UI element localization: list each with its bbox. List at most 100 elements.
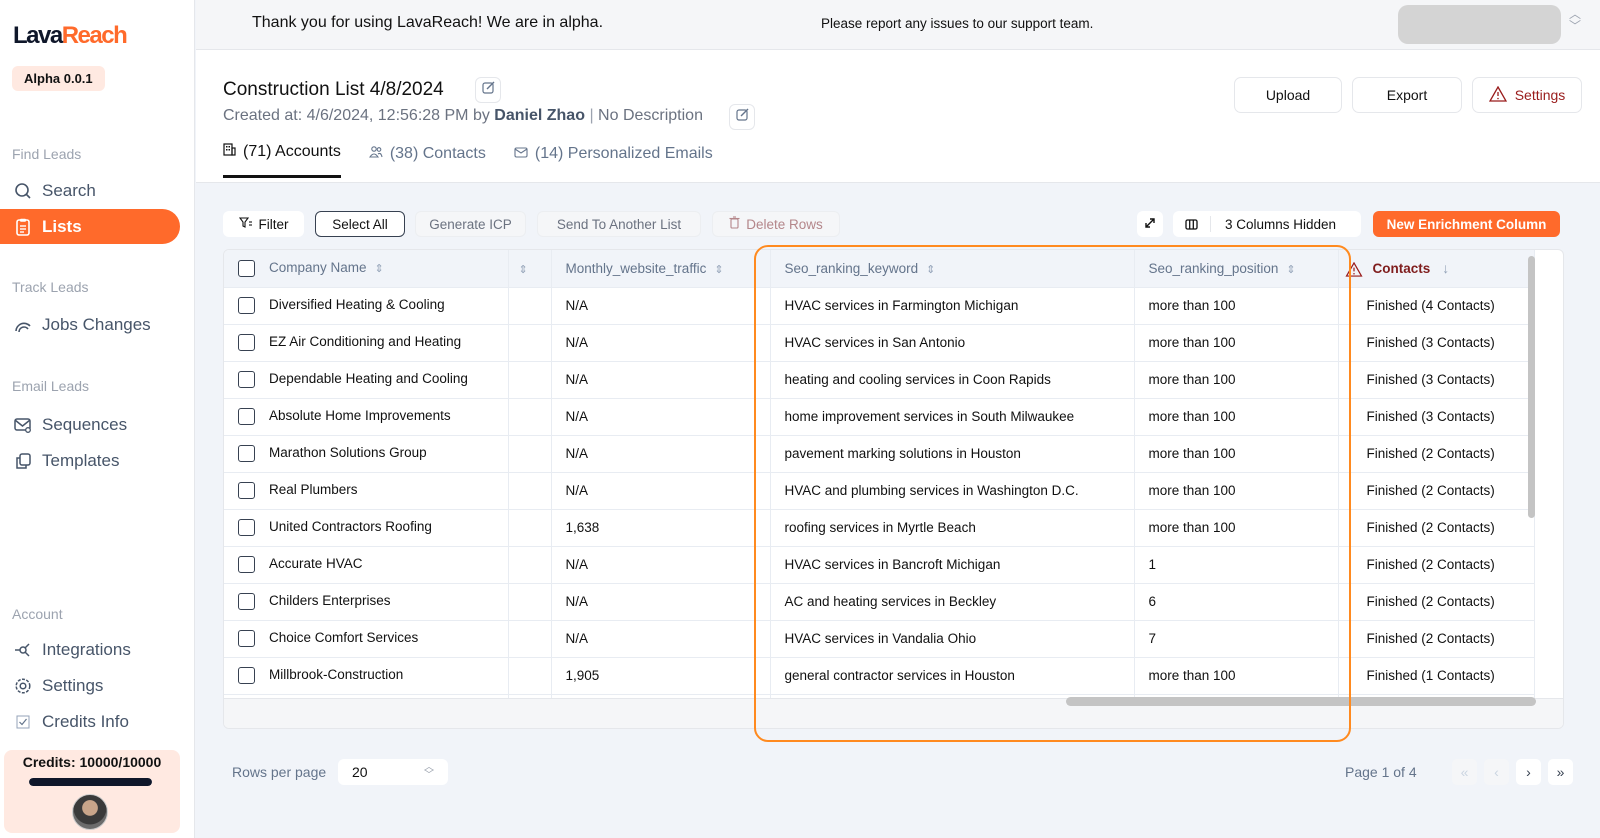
- monthly-traffic-cell[interactable]: N/A: [551, 583, 771, 621]
- sort-icon[interactable]: ⇕: [714, 264, 723, 276]
- monthly-traffic-cell[interactable]: N/A: [551, 324, 771, 362]
- contacts-cell[interactable]: Finished (2 Contacts): [1338, 620, 1535, 658]
- unnamed-cell[interactable]: [508, 361, 552, 399]
- column-header-unnamed[interactable]: ⇕: [508, 250, 552, 288]
- delete-rows-button[interactable]: Delete Rows: [712, 211, 840, 237]
- sidebar-item-lists[interactable]: Lists: [0, 209, 180, 244]
- previous-page-button[interactable]: ‹: [1484, 759, 1509, 785]
- seo-keyword-cell[interactable]: HVAC services in Vandalia Ohio: [770, 620, 1135, 658]
- seo-position-cell[interactable]: 1: [1134, 546, 1339, 584]
- table-row[interactable]: Accurate HVAC N/A HVAC services in Bancrof…: [224, 546, 1535, 584]
- monthly-traffic-cell[interactable]: N/A: [551, 620, 771, 658]
- unnamed-cell[interactable]: [508, 472, 552, 510]
- sort-icon[interactable]: ⇕: [375, 263, 384, 275]
- user-avatar[interactable]: [72, 794, 108, 830]
- next-page-button[interactable]: ›: [1516, 759, 1541, 785]
- row-checkbox[interactable]: [238, 556, 255, 573]
- table-row[interactable]: United Contractors Roofing 1,638 roofing s…: [224, 509, 1535, 547]
- unnamed-cell[interactable]: [508, 546, 552, 584]
- workspace-selector[interactable]: [1398, 5, 1561, 44]
- contacts-cell[interactable]: Finished (2 Contacts): [1338, 583, 1535, 621]
- unnamed-cell[interactable]: [508, 583, 552, 621]
- sidebar-item-settings[interactable]: Settings: [0, 668, 180, 703]
- vertical-scrollbar[interactable]: [1528, 256, 1535, 518]
- sort-icon[interactable]: ⇕: [1286, 264, 1295, 276]
- company-name-cell[interactable]: Absolute Home Improvements: [224, 398, 509, 436]
- company-name-cell[interactable]: Childers Enterprises: [224, 583, 509, 621]
- seo-position-cell[interactable]: more than 100: [1134, 509, 1339, 547]
- company-name-cell[interactable]: Marathon Solutions Group: [224, 435, 509, 473]
- company-name-cell[interactable]: United Contractors Roofing: [224, 509, 509, 547]
- edit-title-button[interactable]: [475, 77, 501, 103]
- monthly-traffic-cell[interactable]: 1,905: [551, 657, 771, 695]
- monthly-traffic-cell[interactable]: N/A: [551, 398, 771, 436]
- seo-keyword-cell[interactable]: home improvement services in South Milwa…: [770, 398, 1135, 436]
- contacts-cell[interactable]: Finished (2 Contacts): [1338, 472, 1535, 510]
- table-row[interactable]: Real Plumbers N/A HVAC and plumbing servic…: [224, 472, 1535, 510]
- first-page-button[interactable]: «: [1452, 759, 1477, 785]
- seo-keyword-cell[interactable]: general contractor services in Houston: [770, 657, 1135, 695]
- monthly-traffic-cell[interactable]: N/A: [551, 546, 771, 584]
- export-button[interactable]: Export: [1352, 77, 1462, 113]
- seo-position-cell[interactable]: more than 100: [1134, 435, 1339, 473]
- contacts-cell[interactable]: Finished (3 Contacts): [1338, 324, 1535, 362]
- row-checkbox[interactable]: [238, 482, 255, 499]
- monthly-traffic-cell[interactable]: N/A: [551, 435, 771, 473]
- contacts-cell[interactable]: Finished (4 Contacts): [1338, 287, 1535, 325]
- row-checkbox[interactable]: [238, 667, 255, 684]
- seo-keyword-cell[interactable]: HVAC services in San Antonio: [770, 324, 1135, 362]
- column-header-company-name[interactable]: Company Name ⇕: [224, 250, 509, 288]
- new-enrichment-column-button[interactable]: New Enrichment Column: [1373, 211, 1560, 237]
- row-checkbox[interactable]: [238, 445, 255, 462]
- monthly-traffic-cell[interactable]: N/A: [551, 287, 771, 325]
- column-header-seo-keyword[interactable]: Seo_ranking_keyword ⇕: [770, 250, 1135, 288]
- seo-keyword-cell[interactable]: HVAC and plumbing services in Washington…: [770, 472, 1135, 510]
- seo-position-cell[interactable]: more than 100: [1134, 287, 1339, 325]
- monthly-traffic-cell[interactable]: N/A: [551, 361, 771, 399]
- seo-keyword-cell[interactable]: roofing services in Myrtle Beach: [770, 509, 1135, 547]
- company-name-cell[interactable]: EZ Air Conditioning and Heating: [224, 324, 509, 362]
- row-checkbox[interactable]: [238, 630, 255, 647]
- tab-accounts[interactable]: (71) Accounts: [223, 143, 341, 178]
- monthly-traffic-cell[interactable]: 1,638: [551, 509, 771, 547]
- seo-position-cell[interactable]: more than 100: [1134, 398, 1339, 436]
- sidebar-item-sequences[interactable]: Sequences: [0, 407, 180, 442]
- sort-icon[interactable]: ⇕: [926, 264, 935, 276]
- seo-position-cell[interactable]: more than 100: [1134, 361, 1339, 399]
- arrow-down-icon[interactable]: ↓: [1442, 260, 1449, 276]
- seo-keyword-cell[interactable]: HVAC services in Bancroft Michigan: [770, 546, 1135, 584]
- contacts-cell[interactable]: Finished (2 Contacts): [1338, 546, 1535, 584]
- unnamed-cell[interactable]: [508, 398, 552, 436]
- contacts-cell[interactable]: Finished (3 Contacts): [1338, 361, 1535, 399]
- column-header-monthly-traffic[interactable]: Monthly_website_traffic ⇕: [551, 250, 771, 288]
- logo[interactable]: LavaReach: [13, 22, 128, 50]
- select-all-button[interactable]: Select All: [315, 211, 405, 237]
- sidebar-item-jobs-changes[interactable]: Jobs Changes: [0, 307, 180, 342]
- company-name-cell[interactable]: Millbrook-Construction: [224, 657, 509, 695]
- seo-keyword-cell[interactable]: HVAC services in Farmington Michigan: [770, 287, 1135, 325]
- seo-position-cell[interactable]: 6: [1134, 583, 1339, 621]
- table-row[interactable]: Choice Comfort Services N/A HVAC services …: [224, 620, 1535, 658]
- expand-table-button[interactable]: [1137, 211, 1163, 237]
- seo-position-cell[interactable]: more than 100: [1134, 472, 1339, 510]
- company-name-cell[interactable]: Choice Comfort Services: [224, 620, 509, 658]
- tab-personalized-emails[interactable]: (14) Personalized Emails: [514, 143, 713, 178]
- row-checkbox[interactable]: [238, 408, 255, 425]
- seo-keyword-cell[interactable]: heating and cooling services in Coon Rap…: [770, 361, 1135, 399]
- row-checkbox[interactable]: [238, 297, 255, 314]
- tab-contacts[interactable]: (38) Contacts: [368, 143, 486, 178]
- sort-icon[interactable]: ⇕: [519, 264, 528, 276]
- unnamed-cell[interactable]: [508, 657, 552, 695]
- company-name-cell[interactable]: Dependable Heating and Cooling: [224, 361, 509, 399]
- chevron-updown-icon[interactable]: ︿ ﹀: [1569, 8, 1581, 32]
- filter-button[interactable]: Filter: [223, 211, 304, 237]
- edit-description-button[interactable]: [729, 104, 755, 130]
- sidebar-item-credits-info[interactable]: Credits Info: [0, 704, 180, 739]
- send-to-another-list-button[interactable]: Send To Another List: [537, 211, 701, 237]
- table-row[interactable]: Millbrook-Construction 1,905 general contr…: [224, 657, 1535, 695]
- table-row[interactable]: Childers Enterprises N/A AC and heating se…: [224, 583, 1535, 621]
- last-page-button[interactable]: »: [1548, 759, 1573, 785]
- table-row[interactable]: EZ Air Conditioning and Heating N/A HVAC s…: [224, 324, 1535, 362]
- select-all-checkbox[interactable]: [238, 259, 255, 277]
- contacts-cell[interactable]: Finished (2 Contacts): [1338, 435, 1535, 473]
